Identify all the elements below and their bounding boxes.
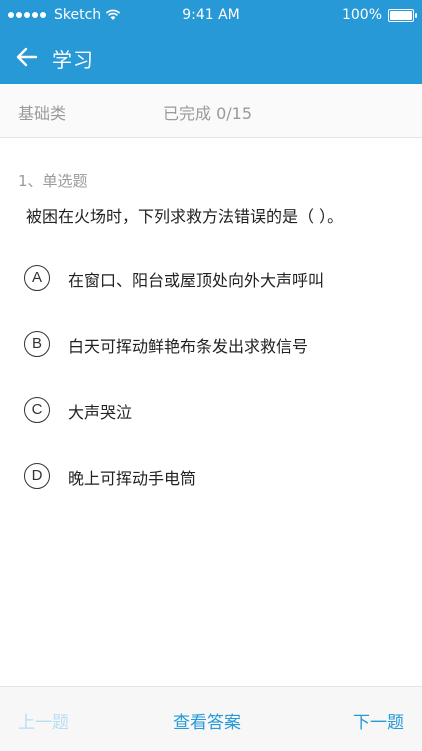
option-letter: B	[24, 331, 50, 357]
status-bar: Sketch 9:41 AM 100%	[0, 0, 422, 30]
battery-group: 100%	[341, 7, 417, 23]
page-title: 学习	[52, 48, 94, 72]
next-question-button[interactable]: 下一题	[353, 708, 404, 733]
question-type: 1、单选题	[18, 172, 88, 190]
arrow-left-icon[interactable]	[14, 44, 40, 70]
option-text: 大声哭泣	[68, 403, 133, 422]
option-b[interactable]: B 白天可挥动鲜艳布条发出求救信号	[24, 328, 404, 362]
option-letter: C	[24, 397, 50, 423]
option-letter: D	[24, 463, 50, 489]
progress-label: 已完成 0/15	[163, 104, 253, 123]
nav-bar: 学习	[0, 30, 422, 84]
battery-percent: 100%	[341, 7, 382, 23]
option-text: 在窗口、阳台或屋顶处向外大声呼叫	[68, 271, 325, 290]
bottom-toolbar: 上一题 查看答案 下一题	[0, 686, 422, 751]
option-letter: A	[24, 265, 50, 291]
info-bar: 基础类 已完成 0/15	[0, 84, 422, 138]
view-answer-button[interactable]: 查看答案	[173, 708, 241, 733]
battery-icon	[388, 8, 417, 22]
option-d[interactable]: D 晚上可挥动手电筒	[24, 460, 404, 494]
prev-question-button[interactable]: 上一题	[18, 708, 69, 733]
question-text: 被困在火场时，下列求救方法错误的是（ ）。	[26, 207, 344, 226]
option-a[interactable]: A 在窗口、阳台或屋顶处向外大声呼叫	[24, 262, 404, 296]
option-text: 晚上可挥动手电筒	[68, 469, 197, 488]
category-label: 基础类	[18, 104, 67, 123]
app-header: Sketch 9:41 AM 100% 学习	[0, 0, 422, 84]
option-text: 白天可挥动鲜艳布条发出求救信号	[68, 337, 309, 356]
option-c[interactable]: C 大声哭泣	[24, 394, 404, 428]
